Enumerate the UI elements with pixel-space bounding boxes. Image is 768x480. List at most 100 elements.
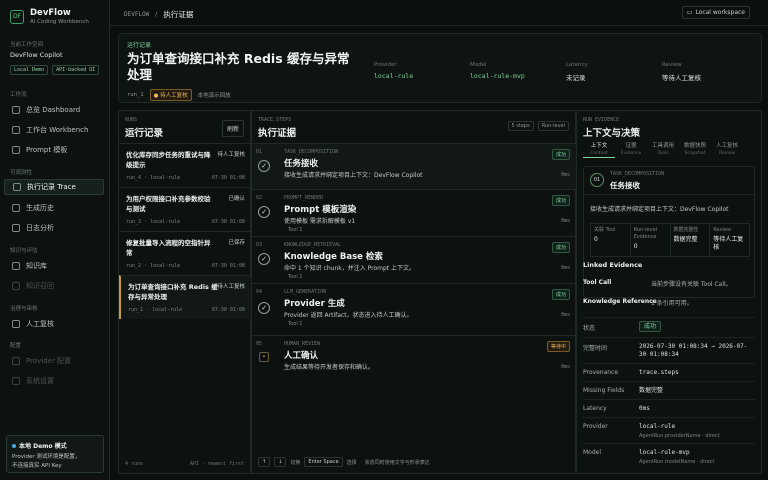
- run-meta: run_4 · local-rule: [126, 175, 181, 181]
- brand: DF DevFlow AI Coding Workbench: [10, 8, 89, 25]
- step-duration: 0ms: [560, 265, 570, 271]
- run-list-item-selected[interactable]: 为订单查询接口补充 Redis 缓存与异常处理 待人工复核 run_1 · lo…: [119, 275, 251, 319]
- check-circle-icon: ✓: [258, 206, 270, 218]
- workspace-name[interactable]: DevFlow Copilot: [10, 51, 105, 59]
- stat-value: 等待人工复核: [713, 236, 744, 251]
- tab-snapshot[interactable]: 数据快照 Snapshot: [679, 143, 711, 158]
- evidence-eyebrow: RUN EVIDENCE: [583, 117, 620, 123]
- sidebar-item-label: 人工复核: [26, 320, 54, 328]
- evidence-title: 上下文与决策: [583, 128, 641, 139]
- detail-source: AgentRun.modelName · direct: [639, 459, 715, 465]
- dashboard-icon: [12, 106, 20, 114]
- step-duration: 0ms: [560, 364, 570, 370]
- sidebar: DF DevFlow AI Coding Workbench 当前工作空间 De…: [0, 0, 110, 480]
- step-kind: TASK_DECOMPOSITION: [610, 171, 665, 177]
- demo-mode-notice: 本地 Demo 模式 Provider 测试环境是配置， 不连接真实 API K…: [6, 435, 104, 473]
- log-icon: [12, 224, 20, 232]
- run-list-item[interactable]: 修复批量导入流程的空指针异常 已保存 run_2 · local-rule 07…: [119, 231, 251, 275]
- pending-square-icon: •: [259, 352, 269, 362]
- stat-value: 0: [633, 243, 638, 250]
- sidebar-item-label: 日志分析: [26, 224, 54, 232]
- meta-label: Provider: [374, 62, 397, 68]
- sidebar-item-recall[interactable]: 知识召回: [4, 278, 104, 294]
- provider-icon: [12, 357, 20, 365]
- knowledge-icon: [12, 262, 20, 270]
- brand-subtitle: AI Coding Workbench: [30, 19, 89, 25]
- sidebar-item-trace[interactable]: 执行记录 Trace: [4, 179, 104, 195]
- sidebar-item-provider[interactable]: Provider 配置: [4, 353, 104, 369]
- run-list-item[interactable]: 为用户权限接口补充参数校验与测试 已确认 run_3 · local-rule …: [119, 187, 251, 231]
- local-workspace-button[interactable]: ▭ Local workspace: [681, 6, 750, 19]
- run-time: 07-30 01:08: [211, 219, 245, 225]
- step-desc: 接收生成请求并绑定项目上下文：DevFlow Copilot: [284, 172, 423, 179]
- tab-tools[interactable]: 工具调用 Tools: [647, 143, 679, 158]
- detail-row-latency: Latency 0ms: [583, 399, 755, 417]
- sidebar-item-review[interactable]: 人工复核: [4, 316, 104, 332]
- workspace-block: 当前工作空间 DevFlow Copilot Local Demo API-ba…: [10, 40, 105, 75]
- runs-panel: RUNS 运行记录 刷新 优化库存同步任务的重试与降级提示 待人工复核 run_…: [118, 110, 251, 474]
- step-tool-count: Tool 1: [288, 321, 303, 327]
- step-title: 人工确认: [284, 351, 319, 361]
- breadcrumb-current: 执行证据: [163, 10, 194, 19]
- refresh-button[interactable]: 刷新: [221, 120, 244, 137]
- detail-key: Provider: [583, 423, 608, 430]
- sidebar-item-settings[interactable]: 系统设置: [4, 373, 104, 389]
- sidebar-item-prompt[interactable]: Prompt 模板: [4, 142, 104, 158]
- trace-step[interactable]: 02 ✓ PROMPT_RENDER Prompt 模板渲染 使用模板 需求拆解…: [252, 189, 576, 236]
- meta-model: Model local-rule-mvp: [470, 62, 566, 82]
- step-kind: LLM_GENERATION: [284, 289, 327, 295]
- runs-title: 运行记录: [125, 128, 164, 139]
- step-title: Prompt 模板渲染: [284, 205, 357, 215]
- trace-step[interactable]: 04 ✓ LLM_GENERATION Provider 生成 Provider…: [252, 283, 576, 335]
- hero-eyebrow: 运行记录: [127, 42, 152, 49]
- tab-evidence[interactable]: 证据 Evidence: [615, 143, 647, 158]
- tab-sub: Evidence: [620, 151, 642, 156]
- detail-row-provider: Provider local-rule AgentRun.providerNam…: [583, 417, 755, 443]
- sidebar-item-knowledge[interactable]: 知识库: [4, 258, 104, 274]
- sidebar-item-dashboard[interactable]: 总览 Dashboard: [4, 102, 104, 118]
- run-time: 07-30 01:08: [211, 263, 245, 269]
- tab-context[interactable]: 上下文 Context: [583, 143, 615, 158]
- sidebar-item-history[interactable]: 生成历史: [4, 200, 104, 216]
- demo-line-2: 不连接真实 API Key: [12, 463, 62, 469]
- nav-group-config: 配置: [10, 343, 22, 349]
- logo-icon: DF: [10, 9, 24, 24]
- detail-value: trace.steps: [639, 369, 679, 376]
- step-status-badge: 成功: [551, 149, 570, 160]
- stat-label: Review: [713, 227, 732, 233]
- run-title: 修复批量导入流程的空指针异常: [126, 239, 211, 257]
- detail-value: local-rule: [639, 423, 676, 430]
- arrow-up-key: ↑: [258, 457, 271, 467]
- meta-value: 等待人工复核: [662, 74, 701, 82]
- sidebar-item-label: Prompt 模板: [26, 146, 68, 154]
- tab-label: 人工复核: [715, 143, 738, 149]
- sidebar-item-workbench[interactable]: 工作台 Workbench: [4, 122, 104, 138]
- detail-row-status: 状态 成功: [583, 317, 755, 337]
- trace-step[interactable]: 03 ✓ KNOWLEDGE_RETRIEVAL Knowledge Base …: [252, 236, 576, 283]
- stat-label: 数据完整性: [673, 227, 699, 233]
- run-time: 07-30 01:08: [211, 307, 245, 313]
- run-title: 为用户权限接口补充参数校验与测试: [126, 195, 211, 213]
- meta-value: 未记录: [566, 74, 586, 82]
- trace-step[interactable]: 05 • HUMAN_REVIEW 人工确认 生成结果等待开发者保存和确认。 等…: [252, 335, 576, 379]
- tool-call-value: 当前步骤没有关联 Tool Call。: [651, 281, 732, 288]
- meta-label: Latency: [566, 62, 588, 68]
- breadcrumb-separator: /: [155, 11, 158, 18]
- hint-select: 选择: [346, 459, 357, 466]
- app: DF DevFlow AI Coding Workbench 当前工作空间 De…: [0, 0, 768, 480]
- sidebar-item-label: 执行记录 Trace: [27, 183, 76, 191]
- tab-label: 证据: [625, 143, 637, 149]
- breadcrumb-root[interactable]: DEVFLOW: [124, 11, 149, 18]
- sidebar-item-label: Provider 配置: [26, 357, 72, 365]
- run-level-toggle[interactable]: Run-level: [537, 121, 569, 131]
- meta-latency: Latency 未记录: [566, 62, 662, 82]
- step-kind: TASK_DECOMPOSITION: [284, 149, 339, 155]
- step-tool-count: Tool 1: [288, 274, 303, 280]
- run-list-item[interactable]: 优化库存同步任务的重试与降级提示 待人工复核 run_4 · local-rul…: [119, 143, 251, 187]
- evidence-tabs: 上下文 Context 证据 Evidence 工具调用 Tools 数据快照 Snap…: [583, 143, 743, 158]
- step-stats: 关联 Tool 0 Run-level Evidence 0 数据完整性 数据完整 R…: [590, 223, 750, 257]
- sidebar-item-logs[interactable]: 日志分析: [4, 220, 104, 236]
- trace-step[interactable]: 01 ✓ TASK_DECOMPOSITION 任务接收 接收生成请求并绑定项目…: [252, 143, 576, 189]
- status-badge: ● 待人工复核: [149, 89, 192, 101]
- tab-review[interactable]: 人工复核 Review: [711, 143, 743, 158]
